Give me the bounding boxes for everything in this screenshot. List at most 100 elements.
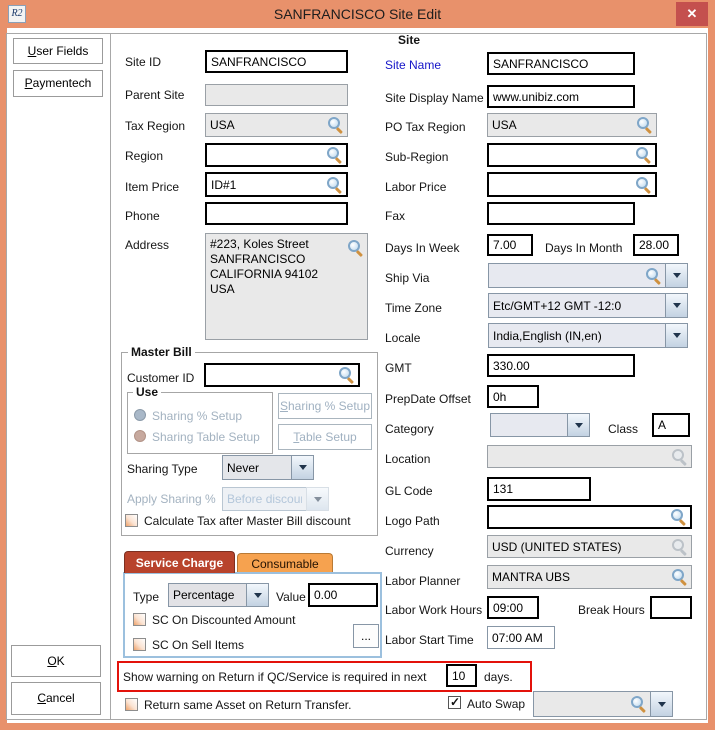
- address-textarea[interactable]: #223, Koles Street SANFRANCISCO CALIFORN…: [205, 233, 368, 340]
- chevron-down-icon[interactable]: [291, 455, 314, 480]
- days-in-month-input[interactable]: 28.00: [633, 234, 679, 256]
- site-edit-dialog: SANFRANCISCO Site Edit R2 ✕ User Fields …: [0, 0, 715, 730]
- time-zone-dropdown[interactable]: Etc/GMT+12 GMT -12:0: [488, 293, 688, 318]
- chevron-down-icon[interactable]: [665, 263, 688, 288]
- paymentech-button[interactable]: Paymentech: [13, 70, 103, 97]
- break-hours-input[interactable]: [650, 596, 692, 619]
- auto-swap-dropdown[interactable]: [533, 691, 673, 717]
- labor-work-hours-input[interactable]: 09:00: [487, 596, 539, 619]
- gmt-label: GMT: [385, 361, 412, 375]
- lookup-icon[interactable]: [636, 177, 651, 192]
- window-frame-right: [708, 28, 715, 730]
- labor-price-input[interactable]: [487, 172, 657, 197]
- apply-sharing-value: Before discount: [222, 487, 306, 511]
- sidebar-divider: [110, 33, 111, 720]
- days-in-week-label: Days In Week: [385, 241, 459, 255]
- prepdate-offset-input[interactable]: 0h: [487, 385, 539, 408]
- category-dropdown[interactable]: [490, 413, 590, 437]
- use-group: [127, 392, 273, 454]
- tab-service-charge[interactable]: Service Charge: [124, 551, 235, 573]
- sc-type-dropdown[interactable]: Percentage: [168, 583, 269, 607]
- cancel-button[interactable]: Cancel: [11, 682, 101, 715]
- warning-days-input[interactable]: 10: [446, 664, 477, 687]
- lookup-icon[interactable]: [637, 117, 652, 132]
- chevron-down-icon[interactable]: [665, 293, 688, 318]
- item-price-input[interactable]: ID#1: [205, 172, 348, 197]
- sharing-type-dropdown[interactable]: Never: [222, 455, 314, 480]
- ok-button[interactable]: OK: [11, 645, 101, 677]
- tab-consumable[interactable]: Consumable: [237, 553, 333, 573]
- app-icon: R2: [8, 5, 26, 23]
- lookup-icon: [672, 539, 687, 554]
- lookup-icon[interactable]: [328, 117, 343, 132]
- logo-path-input[interactable]: [487, 505, 692, 529]
- lookup-icon: [672, 449, 687, 464]
- sc-discounted-label: SC On Discounted Amount: [152, 613, 295, 627]
- ship-via-dropdown[interactable]: [488, 263, 688, 288]
- site-name-input[interactable]: SANFRANCISCO: [487, 52, 635, 75]
- time-zone-value: Etc/GMT+12 GMT -12:0: [488, 293, 665, 318]
- lookup-icon[interactable]: [339, 367, 354, 382]
- gl-code-input[interactable]: 131: [487, 477, 591, 501]
- class-label: Class: [608, 422, 638, 436]
- parent-site-input: [205, 84, 348, 106]
- address-label: Address: [125, 238, 169, 252]
- locale-label: Locale: [385, 331, 420, 345]
- sc-value-label: Value: [276, 590, 306, 604]
- phone-input[interactable]: [205, 202, 348, 225]
- lookup-icon[interactable]: [672, 569, 687, 584]
- sc-sell-items-checkbox[interactable]: [133, 638, 146, 651]
- chevron-down-icon: [306, 487, 329, 511]
- apply-sharing-label: Apply Sharing %: [127, 492, 216, 506]
- class-input[interactable]: A: [652, 413, 690, 437]
- chevron-down-icon[interactable]: [567, 413, 590, 437]
- auto-swap-checkbox[interactable]: [448, 696, 461, 709]
- lookup-icon[interactable]: [327, 177, 342, 192]
- sharing-table-radio: [134, 430, 146, 442]
- chevron-down-icon[interactable]: [665, 323, 688, 348]
- category-label: Category: [385, 422, 434, 436]
- warning-text-after: days.: [484, 670, 513, 684]
- sub-region-input[interactable]: [487, 143, 657, 167]
- sharing-table-radio-label: Sharing Table Setup: [152, 430, 260, 444]
- item-price-label: Item Price: [125, 180, 179, 194]
- tax-region-label: Tax Region: [125, 119, 185, 133]
- customer-id-input[interactable]: [204, 363, 360, 387]
- po-tax-region-field: USA: [487, 113, 657, 137]
- site-id-input[interactable]: SANFRANCISCO: [205, 50, 348, 73]
- auto-swap-value: [533, 691, 650, 717]
- days-in-week-input[interactable]: 7.00: [487, 234, 533, 256]
- logo-path-label: Logo Path: [385, 514, 440, 528]
- sc-discounted-checkbox[interactable]: [133, 613, 146, 626]
- lookup-icon[interactable]: [348, 240, 363, 255]
- sc-value-input[interactable]: 0.00: [308, 583, 378, 607]
- fax-input[interactable]: [487, 202, 635, 225]
- labor-start-time-input[interactable]: 07:00 AM: [487, 626, 555, 649]
- lookup-icon[interactable]: [327, 147, 342, 162]
- gmt-input[interactable]: 330.00: [487, 354, 635, 377]
- more-options-button[interactable]: ...: [353, 624, 379, 648]
- location-label: Location: [385, 452, 430, 466]
- site-display-name-input[interactable]: www.unibiz.com: [487, 85, 635, 108]
- labor-price-label: Labor Price: [385, 180, 446, 194]
- locale-dropdown[interactable]: India,English (IN,en): [488, 323, 688, 348]
- lookup-icon[interactable]: [671, 509, 686, 524]
- table-setup-button: Table Setup: [278, 424, 372, 450]
- customer-id-label: Customer ID: [127, 371, 194, 385]
- lookup-icon[interactable]: [646, 268, 661, 283]
- labor-planner-field: MANTRA UBS: [487, 565, 692, 589]
- region-input[interactable]: [205, 143, 348, 167]
- lookup-icon[interactable]: [636, 147, 651, 162]
- return-same-asset-checkbox[interactable]: [125, 698, 138, 711]
- category-value: [490, 413, 567, 437]
- close-icon[interactable]: ✕: [676, 2, 708, 26]
- site-section-title: Site: [398, 33, 420, 47]
- apply-sharing-dropdown: Before discount: [222, 487, 329, 511]
- calc-tax-checkbox[interactable]: [125, 514, 138, 527]
- chevron-down-icon[interactable]: [650, 691, 673, 717]
- locale-value: India,English (IN,en): [488, 323, 665, 348]
- master-bill-title: Master Bill: [128, 345, 195, 359]
- lookup-icon[interactable]: [631, 696, 646, 711]
- user-fields-button[interactable]: User Fields: [13, 38, 103, 64]
- chevron-down-icon[interactable]: [246, 583, 269, 607]
